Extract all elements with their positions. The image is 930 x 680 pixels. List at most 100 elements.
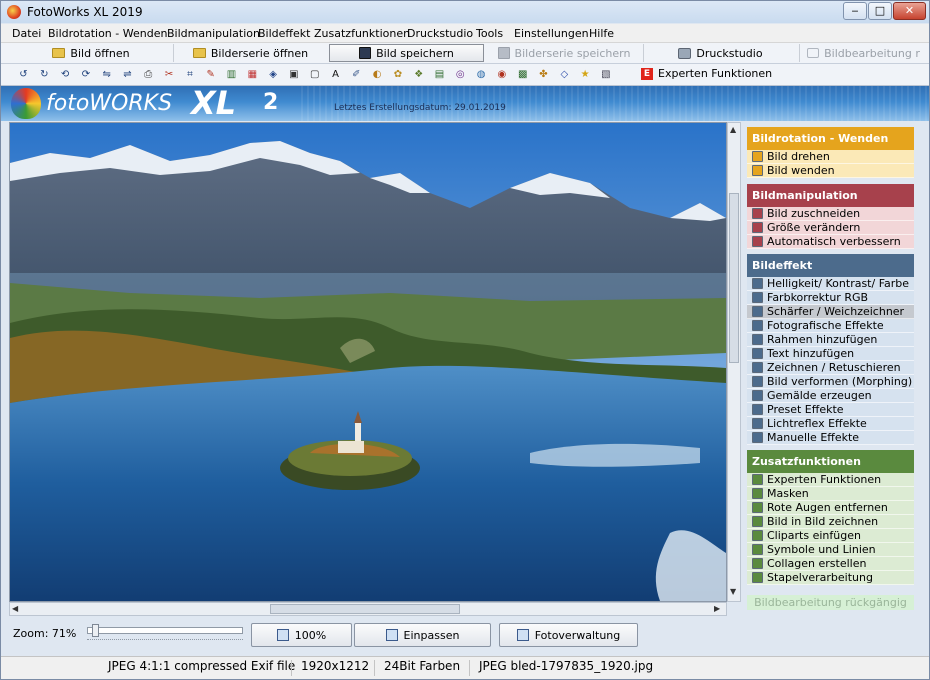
panel-item[interactable]: Bild zuschneiden — [747, 207, 914, 221]
panel-item[interactable]: Rahmen hinzufügen — [747, 333, 914, 347]
collage-icon[interactable]: ★ — [579, 68, 592, 81]
menu-hilfe[interactable]: Hilfe — [589, 27, 614, 40]
folder-icon — [192, 48, 206, 58]
expert-functions-button[interactable]: E Experten Funktionen — [641, 67, 772, 80]
panel-item[interactable]: Bild verformen (Morphing) — [747, 375, 914, 389]
panel-item-label: Cliparts einfügen — [767, 529, 861, 542]
levels-icon[interactable]: ▥ — [225, 68, 238, 81]
minimize-button[interactable]: ‒ — [843, 2, 867, 20]
panel-item[interactable]: Lichtreflex Effekte — [747, 417, 914, 431]
panel-item-icon — [752, 320, 763, 331]
panel-item[interactable]: Cliparts einfügen — [747, 529, 914, 543]
panel-item[interactable]: Bild in Bild zeichnen — [747, 515, 914, 529]
scroll-left-icon[interactable]: ◀ — [12, 604, 18, 613]
red-eye-icon[interactable]: ◉ — [495, 68, 508, 81]
edit-undo-button[interactable]: Bildbearbeitung r — [799, 44, 927, 62]
sharpen-icon[interactable]: ◈ — [267, 68, 280, 81]
panel-item[interactable]: Größe verändern — [747, 221, 914, 235]
menu-datei[interactable]: Datei — [12, 27, 41, 40]
panel-item[interactable]: Fotografische Effekte — [747, 319, 914, 333]
shapes-icon[interactable]: ◇ — [558, 68, 571, 81]
save-icon — [359, 47, 372, 59]
panel-item[interactable]: Automatisch verbessern — [747, 235, 914, 249]
image-canvas[interactable] — [9, 122, 727, 602]
panel-item[interactable]: Gemälde erzeugen — [747, 389, 914, 403]
panel-item[interactable]: Symbole und Linien — [747, 543, 914, 557]
close-button[interactable]: ✕ — [893, 2, 926, 20]
panel-item[interactable]: Helligkeit/ Kontrast/ Farbe — [747, 277, 914, 291]
panel-header[interactable]: Bildmanipulation — [747, 184, 914, 207]
vertical-scroll-thumb[interactable] — [729, 193, 739, 363]
horizontal-scroll-thumb[interactable] — [270, 604, 460, 614]
horizontal-scrollbar[interactable]: ◀ ▶ — [9, 602, 727, 616]
panel-item[interactable]: Stapelverarbeitung — [747, 571, 914, 585]
panel-header[interactable]: Bildrotation - Wenden — [747, 127, 914, 150]
pip-icon[interactable]: ▩ — [516, 68, 529, 81]
menu-druckstudio[interactable]: Druckstudio — [407, 27, 473, 40]
zoom-100-button[interactable]: 100% — [251, 623, 352, 647]
undo-icon — [807, 48, 820, 58]
menu-bildmanipulation[interactable]: Bildmanipulation — [167, 27, 260, 40]
panel-item[interactable]: Text hinzufügen — [747, 347, 914, 361]
open-series-button[interactable]: Bilderserie öffnen — [173, 44, 327, 62]
landscape-icon[interactable]: ▤ — [433, 68, 446, 81]
scroll-down-icon[interactable]: ▼ — [730, 587, 736, 596]
paint-icon[interactable]: ✿ — [391, 68, 404, 81]
rotate-cw-icon[interactable]: ⟳ — [79, 68, 92, 81]
save-series-button[interactable]: Bilderserie speichern — [487, 44, 641, 62]
panel-item[interactable]: Rote Augen entfernen — [747, 501, 914, 515]
vertical-scrollbar[interactable]: ▲ ▼ — [727, 122, 741, 602]
fit-button[interactable]: Einpassen — [354, 623, 491, 647]
open-image-button[interactable]: Bild öffnen — [11, 44, 171, 62]
flip-icon[interactable]: ⇋ — [100, 68, 113, 81]
panel-item[interactable]: Bild wenden — [747, 164, 914, 178]
rotate-left-icon[interactable]: ↺ — [17, 68, 30, 81]
panel-item[interactable]: Bild drehen — [747, 150, 914, 164]
text-icon[interactable]: A — [329, 68, 342, 81]
zoom-slider-thumb[interactable] — [91, 624, 99, 637]
save-image-button[interactable]: Bild speichern — [329, 44, 484, 62]
panel-header[interactable]: Zusatzfunktionen — [747, 450, 914, 473]
panel-item[interactable]: Collagen erstellen — [747, 557, 914, 571]
print-studio-button[interactable]: Druckstudio — [643, 44, 797, 62]
mirror-icon[interactable]: ⇌ — [121, 68, 134, 81]
print-icon[interactable]: ⎙ — [142, 68, 155, 81]
draw-icon[interactable]: ✐ — [350, 68, 363, 81]
menu-zusatzfunktionen[interactable]: Zusatzfunktionen — [314, 27, 410, 40]
menu-einstellungen[interactable]: Einstellungen — [514, 27, 589, 40]
rotate-right-icon[interactable]: ↻ — [38, 68, 51, 81]
panel-item[interactable]: Schärfer / Weichzeichner — [747, 305, 914, 319]
panel-item-label: Collagen erstellen — [767, 557, 867, 570]
menu-bildrotation[interactable]: Bildrotation - Wenden — [48, 27, 167, 40]
panel-item[interactable]: Manuelle Effekte — [747, 431, 914, 445]
panel-item[interactable]: Experten Funktionen — [747, 473, 914, 487]
maximize-button[interactable]: □ — [868, 2, 892, 20]
panel-item-icon — [752, 362, 763, 373]
rgb-icon[interactable]: ▦ — [246, 68, 259, 81]
panel-item-icon — [752, 390, 763, 401]
photo-manager-button[interactable]: Fotoverwaltung — [499, 623, 638, 647]
clipart-icon[interactable]: ✤ — [537, 68, 550, 81]
panel-header[interactable]: Bildeffekt — [747, 254, 914, 277]
panel-item[interactable]: Zeichnen / Retuschieren — [747, 361, 914, 375]
batch-icon[interactable]: ▧ — [599, 68, 612, 81]
lens-icon[interactable]: ◎ — [454, 68, 467, 81]
rotate-ccw-icon[interactable]: ⟲ — [59, 68, 72, 81]
cut-icon[interactable]: ✂ — [163, 68, 176, 81]
panel-item[interactable]: Masken — [747, 487, 914, 501]
menu-bildeffekt[interactable]: Bildeffekt — [258, 27, 310, 40]
wand-icon[interactable]: ✎ — [204, 68, 217, 81]
frame-icon[interactable]: ▣ — [287, 68, 300, 81]
crop-icon[interactable]: ⌗ — [183, 68, 196, 81]
scroll-up-icon[interactable]: ▲ — [730, 125, 736, 134]
preset-icon[interactable]: ❖ — [412, 68, 425, 81]
morph-icon[interactable]: ◐ — [371, 68, 384, 81]
frame2-icon[interactable]: ▢ — [308, 68, 321, 81]
mask-icon[interactable]: ◍ — [475, 68, 488, 81]
panel-item[interactable]: Preset Effekte — [747, 403, 914, 417]
zoom-slider-track[interactable] — [87, 627, 243, 634]
menu-tools[interactable]: Tools — [476, 27, 503, 40]
panel-item[interactable]: Farbkorrektur RGB — [747, 291, 914, 305]
scroll-right-icon[interactable]: ▶ — [714, 604, 720, 613]
undo-button[interactable]: Bildbearbeitung rückgängig — [747, 595, 914, 610]
